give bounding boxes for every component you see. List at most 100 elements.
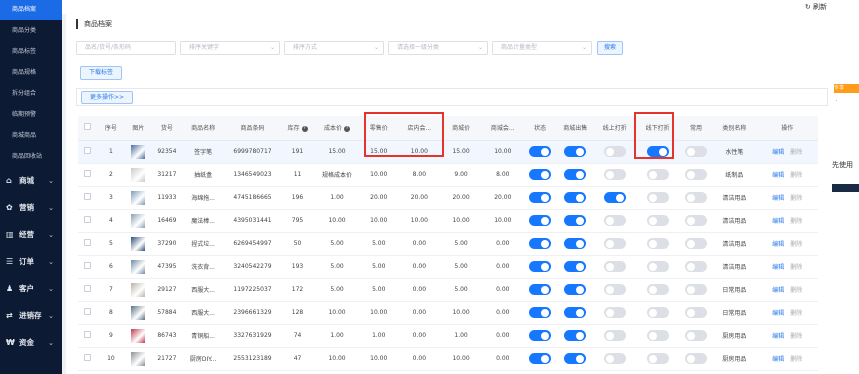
- common-toggle[interactable]: [685, 261, 708, 272]
- table-row[interactable]: 3 11933 海绵拖... 4745186665 196 1.00 20.00 20.00 2…: [78, 186, 818, 210]
- sidebar-group[interactable]: ₩ 资金 ⌄: [0, 329, 62, 356]
- sidebar-item[interactable]: 商城商品: [0, 125, 62, 146]
- delete-link[interactable]: 删除: [790, 195, 802, 202]
- edit-link[interactable]: 编辑: [772, 172, 784, 179]
- edit-link[interactable]: 编辑: [772, 264, 784, 271]
- status-toggle[interactable]: [529, 146, 552, 157]
- status-toggle[interactable]: [529, 284, 552, 295]
- common-toggle[interactable]: [685, 192, 708, 203]
- delete-link[interactable]: 删除: [790, 149, 802, 156]
- online-discount-toggle[interactable]: [603, 284, 626, 295]
- delete-link[interactable]: 删除: [790, 241, 802, 248]
- table-row[interactable]: 10 21727 厨房DIY... 2553123189 47 10.00 10.00 0.0…: [78, 347, 818, 371]
- row-checkbox[interactable]: [84, 216, 92, 223]
- online-discount-toggle[interactable]: [603, 238, 626, 249]
- product-thumbnail[interactable]: [131, 351, 146, 366]
- common-toggle[interactable]: [685, 284, 708, 295]
- common-toggle[interactable]: [685, 215, 708, 226]
- offline-discount-toggle[interactable]: [646, 307, 669, 318]
- edit-link[interactable]: 编辑: [772, 218, 784, 225]
- mall-sale-toggle[interactable]: [564, 284, 587, 295]
- product-thumbnail[interactable]: [131, 282, 146, 297]
- online-discount-toggle[interactable]: [603, 215, 626, 226]
- product-thumbnail[interactable]: [131, 259, 146, 274]
- sidebar-item[interactable]: 商品规格: [0, 62, 62, 83]
- sidebar-item[interactable]: 商品回收站: [0, 146, 62, 167]
- product-thumbnail[interactable]: [131, 328, 146, 343]
- help-icon[interactable]: ?: [344, 125, 351, 132]
- table-row[interactable]: 1 92354 签字笔 6999780717 191 15.00 15.00 10.00 15.…: [78, 140, 818, 164]
- edit-link[interactable]: 编辑: [772, 356, 784, 363]
- offline-discount-toggle[interactable]: [646, 330, 669, 341]
- status-toggle[interactable]: [529, 261, 552, 272]
- row-checkbox[interactable]: [84, 331, 92, 338]
- delete-link[interactable]: 删除: [790, 218, 802, 225]
- status-toggle[interactable]: [529, 192, 552, 203]
- online-discount-toggle[interactable]: [603, 261, 626, 272]
- status-toggle[interactable]: [529, 307, 552, 318]
- mall-sale-toggle[interactable]: [564, 261, 587, 272]
- offline-discount-toggle[interactable]: [646, 261, 669, 272]
- sidebar-group[interactable]: ⌂ 商城 ⌄: [0, 167, 62, 194]
- product-thumbnail[interactable]: [131, 236, 146, 251]
- table-row[interactable]: 7 29127 西服大... 1197225037 172 5.00 5.00 0.00 5.0…: [78, 278, 818, 302]
- offline-discount-toggle[interactable]: [646, 284, 669, 295]
- sidebar-item[interactable]: 商品分类: [0, 20, 62, 41]
- sidebar-group[interactable]: ♟ 客户 ⌄: [0, 275, 62, 302]
- common-toggle[interactable]: [685, 238, 708, 249]
- offline-discount-toggle[interactable]: [646, 353, 669, 364]
- mall-sale-toggle[interactable]: [564, 146, 587, 157]
- mall-sale-toggle[interactable]: [564, 330, 587, 341]
- download-tag-button[interactable]: 下载标签: [80, 66, 122, 80]
- common-toggle[interactable]: [685, 330, 708, 341]
- mall-sale-toggle[interactable]: [564, 353, 587, 364]
- table-row[interactable]: 2 31217 抽纸盒 1346549023 11 规格成本价 10.00 8.00 9.00 8…: [78, 163, 818, 187]
- edit-link[interactable]: 编辑: [772, 195, 784, 202]
- edit-link[interactable]: 编辑: [772, 333, 784, 340]
- edit-link[interactable]: 编辑: [772, 241, 784, 248]
- table-row[interactable]: 4 16469 魔法棒... 4395031441 795 10.00 10.00 10.00…: [78, 209, 818, 233]
- offline-discount-toggle[interactable]: [646, 238, 669, 249]
- online-discount-toggle[interactable]: [603, 353, 626, 364]
- common-toggle[interactable]: [685, 307, 708, 318]
- delete-link[interactable]: 删除: [790, 264, 802, 271]
- more-actions-button[interactable]: 更多操作>>: [81, 91, 133, 104]
- column-header[interactable]: [78, 116, 98, 141]
- online-discount-toggle[interactable]: [603, 192, 626, 203]
- search-button[interactable]: 搜索: [597, 41, 623, 55]
- online-discount-toggle[interactable]: [603, 330, 626, 341]
- delete-link[interactable]: 删除: [790, 310, 802, 317]
- sort-keyword-select[interactable]: 排序关键字 ⌄: [180, 41, 280, 55]
- sort-method-select[interactable]: 排序方式 ⌄: [284, 41, 384, 55]
- offline-discount-toggle[interactable]: [646, 169, 669, 180]
- status-toggle[interactable]: [529, 215, 552, 226]
- product-thumbnail[interactable]: [131, 167, 146, 182]
- delete-link[interactable]: 删除: [790, 287, 802, 294]
- mall-sale-toggle[interactable]: [564, 238, 587, 249]
- sidebar-item[interactable]: 临期预警: [0, 104, 62, 125]
- table-row[interactable]: 8 57884 西服大... 2396661329 128 10.00 10.00 0.00 1…: [78, 301, 818, 325]
- sidebar-group[interactable]: ☰ 订单 ⌄: [0, 248, 62, 275]
- mall-sale-toggle[interactable]: [564, 192, 587, 203]
- common-toggle[interactable]: [685, 146, 708, 157]
- edit-link[interactable]: 编辑: [772, 287, 784, 294]
- delete-link[interactable]: 删除: [790, 172, 802, 179]
- offline-discount-toggle[interactable]: [646, 215, 669, 226]
- common-toggle[interactable]: [685, 353, 708, 364]
- sidebar-item[interactable]: 商品标签: [0, 41, 62, 62]
- product-thumbnail[interactable]: [131, 213, 146, 228]
- mall-sale-toggle[interactable]: [564, 215, 587, 226]
- online-discount-toggle[interactable]: [603, 307, 626, 318]
- mall-sale-toggle[interactable]: [564, 169, 587, 180]
- sidebar-item[interactable]: 商品档案: [0, 0, 62, 20]
- delete-link[interactable]: 删除: [790, 356, 802, 363]
- select-all-checkbox[interactable]: [84, 123, 92, 131]
- row-checkbox[interactable]: [84, 170, 92, 177]
- sidebar-item[interactable]: 拆分组合: [0, 83, 62, 104]
- delete-link[interactable]: 删除: [790, 333, 802, 340]
- row-checkbox[interactable]: [84, 285, 92, 292]
- mall-sale-toggle[interactable]: [564, 307, 587, 318]
- status-toggle[interactable]: [529, 169, 552, 180]
- table-row[interactable]: 5 37290 捏式垃... 6269454997 50 5.00 5.00 0.00 5.00…: [78, 232, 818, 256]
- status-toggle[interactable]: [529, 353, 552, 364]
